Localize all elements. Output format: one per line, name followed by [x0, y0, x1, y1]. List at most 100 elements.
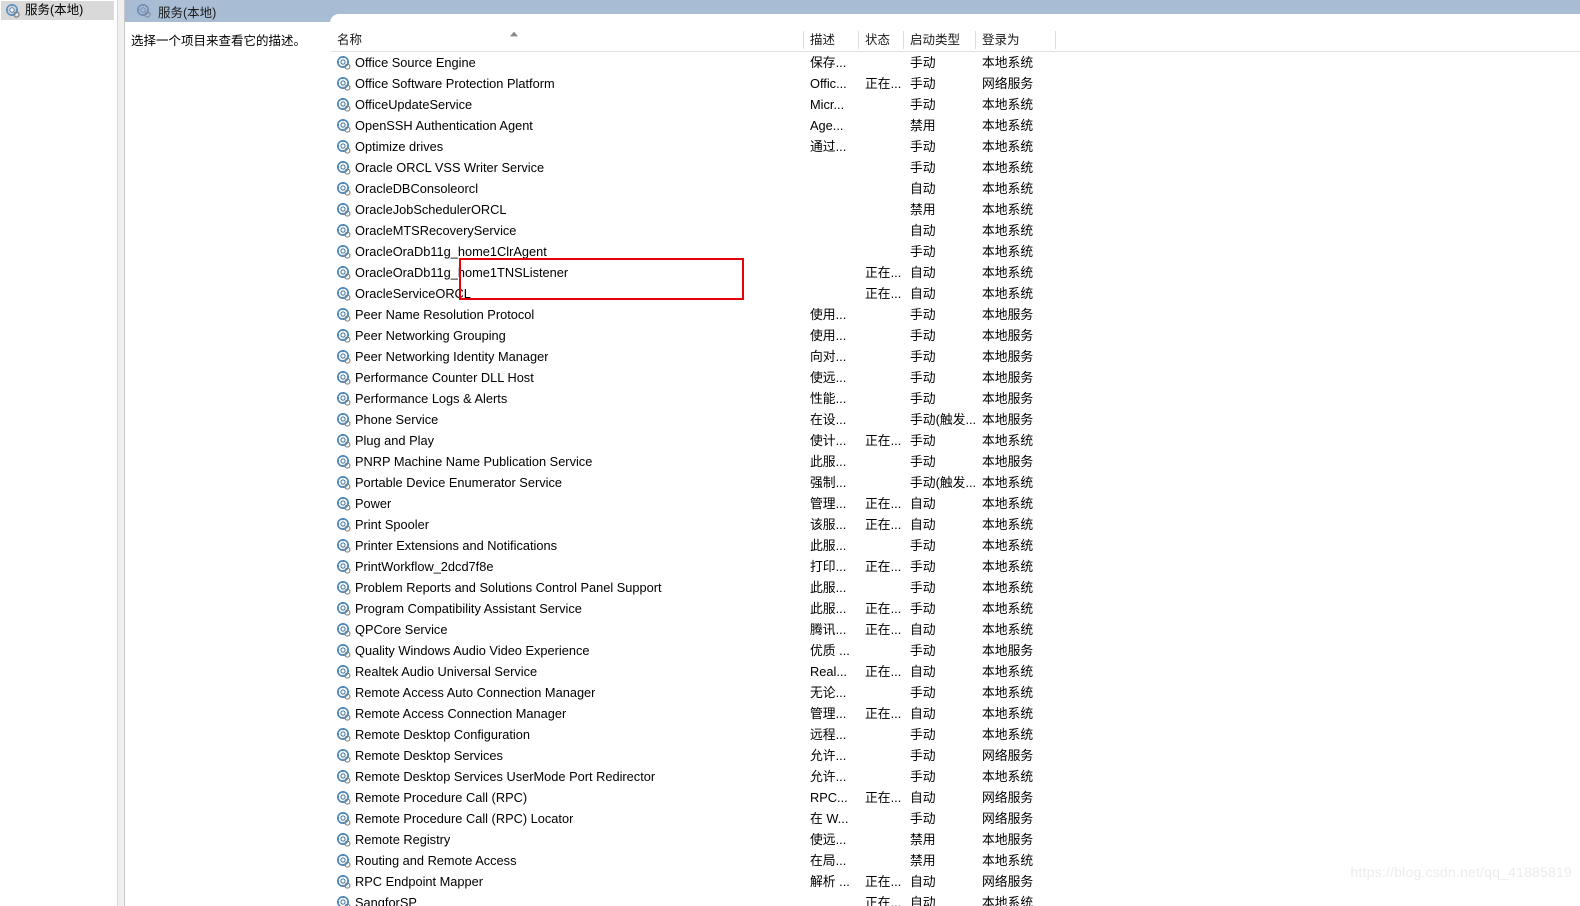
table-row[interactable]: Problem Reports and Solutions Control Pa…: [330, 577, 1580, 598]
cell-service-name: Remote Desktop Services: [337, 745, 503, 766]
cell-description: 强制...: [810, 475, 847, 490]
column-header-startup-type[interactable]: 启动类型: [903, 28, 975, 52]
cell-description: [810, 220, 862, 241]
cell-description: 此服...: [810, 580, 847, 595]
table-row[interactable]: OracleOraDb11g_home1TNSListener 正在... 自动 本地…: [330, 262, 1580, 283]
table-row[interactable]: OracleServiceORCL 正在... 自动 本地系统: [330, 283, 1580, 304]
cell-status: [865, 577, 910, 598]
service-gear-icon: [337, 497, 351, 511]
table-row[interactable]: Performance Logs & Alerts 性能... 手动 本地服务: [330, 388, 1580, 409]
table-row[interactable]: PrintWorkflow_2dcd7f8e 打印... 正在... 手动 本地系统: [330, 556, 1580, 577]
table-row[interactable]: Remote Desktop Services UserMode Port Re…: [330, 766, 1580, 787]
table-row[interactable]: Office Source Engine 保存... 手动 本地系统: [330, 52, 1580, 73]
table-row[interactable]: Portable Device Enumerator Service 强制... 手…: [330, 472, 1580, 493]
cell-description: 向对...: [810, 349, 847, 364]
cell-service-name: OpenSSH Authentication Agent: [337, 115, 533, 136]
cell-log-on-as: 本地系统: [982, 706, 1034, 721]
service-name-label: Office Source Engine: [355, 55, 476, 70]
table-row[interactable]: Program Compatibility Assistant Service 此…: [330, 598, 1580, 619]
cell-description: 管理...: [810, 706, 847, 721]
table-row[interactable]: Phone Service 在设... 手动(触发... 本地服务: [330, 409, 1580, 430]
table-row[interactable]: Remote Desktop Services 允许... 手动 网络服务: [330, 745, 1580, 766]
cell-log-on-as: 本地服务: [982, 370, 1034, 385]
column-header-name[interactable]: 名称: [330, 28, 803, 52]
pane-splitter[interactable]: [118, 0, 125, 906]
table-row[interactable]: OracleOraDb11g_home1ClrAgent 手动 本地系统: [330, 241, 1580, 262]
cell-description: 优质 ...: [810, 643, 850, 658]
table-row[interactable]: Remote Procedure Call (RPC) RPC... 正在... 自动…: [330, 787, 1580, 808]
table-row[interactable]: Remote Registry 使远... 禁用 本地服务: [330, 829, 1580, 850]
column-header-log-on-as[interactable]: 登录为: [975, 28, 1055, 52]
service-gear-icon: [337, 791, 351, 805]
cell-log-on-as: 本地系统: [982, 433, 1034, 448]
table-row[interactable]: Realtek Audio Universal Service Real... 正在…: [330, 661, 1580, 682]
service-gear-icon: [337, 224, 351, 238]
tree-item-services-local[interactable]: 服务(本地): [1, 1, 114, 20]
cell-startup-type: 手动: [910, 748, 936, 763]
services-list-view[interactable]: 名称 描述 状态 启动类型 登录为 Office Source Engine 保存: [330, 28, 1580, 906]
cell-service-name: Peer Name Resolution Protocol: [337, 304, 534, 325]
service-gear-icon: [337, 119, 351, 133]
cell-log-on-as: 本地系统: [982, 622, 1034, 637]
cell-startup-type: 手动: [910, 244, 936, 259]
cell-service-name: Remote Desktop Configuration: [337, 724, 530, 745]
table-row[interactable]: Office Software Protection Platform Offic…: [330, 73, 1580, 94]
cell-description: 在设...: [810, 412, 847, 427]
cell-description: 使计...: [810, 433, 847, 448]
column-divider[interactable]: [1055, 31, 1056, 49]
table-row[interactable]: OfficeUpdateService Micr... 手动 本地系统: [330, 94, 1580, 115]
cell-log-on-as: 本地系统: [982, 601, 1034, 616]
table-row[interactable]: Printer Extensions and Notifications 此服..…: [330, 535, 1580, 556]
service-gear-icon: [337, 77, 351, 91]
cell-log-on-as: 本地系统: [982, 517, 1034, 532]
column-header-status[interactable]: 状态: [858, 28, 903, 52]
table-row[interactable]: OracleMTSRecoveryService 自动 本地系统: [330, 220, 1580, 241]
table-row[interactable]: SangforSP 正在... 自动 本地系统: [330, 892, 1580, 906]
cell-log-on-as: 本地系统: [982, 139, 1034, 154]
table-row[interactable]: Power 管理... 正在... 自动 本地系统: [330, 493, 1580, 514]
cell-log-on-as: 本地服务: [982, 454, 1034, 469]
table-row[interactable]: OpenSSH Authentication Agent Age... 禁用 本地系统: [330, 115, 1580, 136]
cell-log-on-as: 本地系统: [982, 118, 1034, 133]
service-gear-icon: [337, 56, 351, 70]
cell-log-on-as: 本地系统: [982, 580, 1034, 595]
cell-service-name: OracleOraDb11g_home1ClrAgent: [337, 241, 547, 262]
table-row[interactable]: Peer Networking Identity Manager 向对... 手动 本…: [330, 346, 1580, 367]
cell-service-name: Office Software Protection Platform: [337, 73, 555, 94]
table-row[interactable]: QPCore Service 腾讯... 正在... 自动 本地系统: [330, 619, 1580, 640]
table-row[interactable]: Plug and Play 使计... 正在... 手动 本地系统: [330, 430, 1580, 451]
table-row[interactable]: Performance Counter DLL Host 使远... 手动 本地服务: [330, 367, 1580, 388]
service-name-label: Power: [355, 496, 392, 511]
cell-log-on-as: 本地系统: [982, 223, 1034, 238]
table-row[interactable]: Quality Windows Audio Video Experience 优质…: [330, 640, 1580, 661]
cell-startup-type: 手动: [910, 349, 936, 364]
service-gear-icon: [337, 308, 351, 322]
cell-log-on-as: 本地服务: [982, 349, 1034, 364]
table-row[interactable]: Optimize drives 通过... 手动 本地系统: [330, 136, 1580, 157]
service-gear-icon: [337, 707, 351, 721]
cell-status: [865, 241, 910, 262]
cell-status: [865, 850, 910, 871]
table-row[interactable]: Remote Access Auto Connection Manager 无论.…: [330, 682, 1580, 703]
column-header-description[interactable]: 描述: [803, 28, 858, 52]
cell-status: [865, 388, 910, 409]
table-row[interactable]: Remote Desktop Configuration 远程... 手动 本地系统: [330, 724, 1580, 745]
table-row[interactable]: OracleDBConsoleorcl 自动 本地系统: [330, 178, 1580, 199]
service-name-label: Remote Procedure Call (RPC) Locator: [355, 811, 574, 826]
table-row[interactable]: Print Spooler 该服... 正在... 自动 本地系统: [330, 514, 1580, 535]
table-row[interactable]: Remote Procedure Call (RPC) Locator 在 W..…: [330, 808, 1580, 829]
table-row[interactable]: Peer Name Resolution Protocol 使用... 手动 本地服务: [330, 304, 1580, 325]
table-row[interactable]: Remote Access Connection Manager 管理... 正在.…: [330, 703, 1580, 724]
table-row[interactable]: Peer Networking Grouping 使用... 手动 本地服务: [330, 325, 1580, 346]
table-row[interactable]: Oracle ORCL VSS Writer Service 手动 本地系统: [330, 157, 1580, 178]
cell-log-on-as: 网络服务: [982, 748, 1034, 763]
cell-log-on-as: 本地系统: [982, 727, 1034, 742]
cell-startup-type: 手动: [910, 139, 936, 154]
service-gear-icon: [337, 245, 351, 259]
table-row[interactable]: PNRP Machine Name Publication Service 此服.…: [330, 451, 1580, 472]
service-gear-icon: [337, 854, 351, 868]
table-row[interactable]: OracleJobSchedulerORCL 禁用 本地系统: [330, 199, 1580, 220]
cell-status: [865, 325, 910, 346]
cell-description: 无论...: [810, 685, 847, 700]
cell-description: 此服...: [810, 601, 847, 616]
